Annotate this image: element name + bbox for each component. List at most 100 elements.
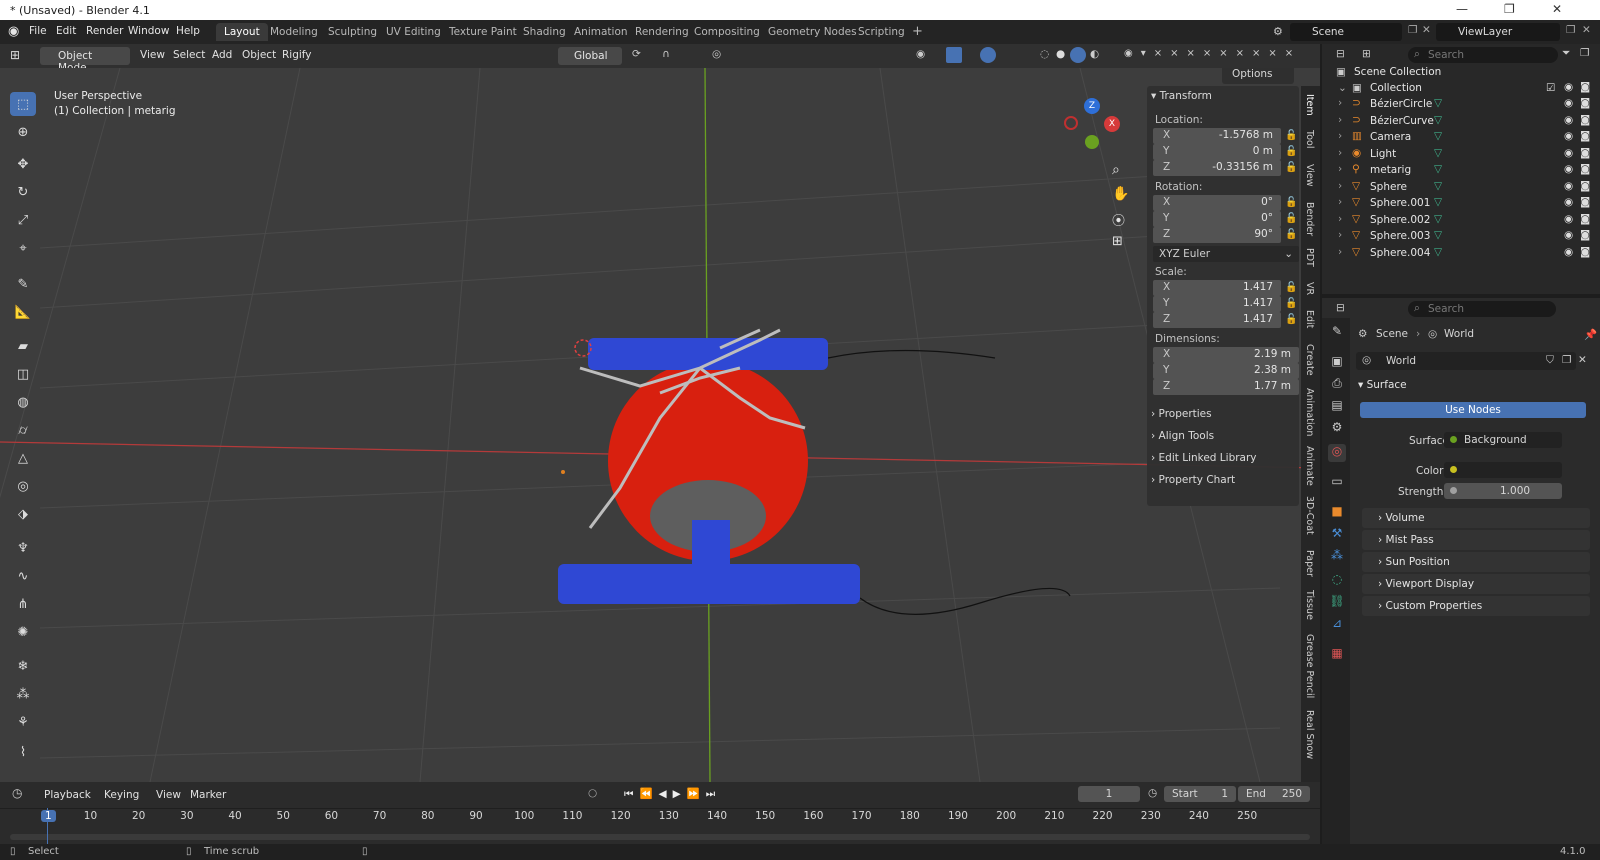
surface-shader-field[interactable]: Background: [1444, 432, 1562, 448]
world-datablock-field[interactable]: ◎ World: [1356, 352, 1576, 370]
object-data-icon[interactable]: ▽: [1434, 130, 1442, 142]
lock-icon[interactable]: 🔓: [1285, 197, 1297, 208]
gizmo-y-axis[interactable]: [1085, 135, 1099, 149]
new-world-icon[interactable]: ❐: [1562, 354, 1571, 366]
add-custom-tool-icon[interactable]: ⬗: [10, 502, 36, 526]
eye-icon[interactable]: ◉: [1564, 196, 1573, 208]
dimensions-x-field[interactable]: X 2.19 m: [1153, 347, 1299, 363]
menu-rigify[interactable]: Rigify: [282, 49, 312, 61]
use-nodes-button[interactable]: Use Nodes: [1360, 402, 1586, 418]
editor-type-icon[interactable]: ⊞: [10, 48, 20, 62]
properties-section[interactable]: › Properties: [1151, 408, 1212, 420]
scene-selector[interactable]: Scene: [1290, 23, 1402, 41]
tab-view[interactable]: View: [1304, 164, 1315, 187]
gizmo-x-axis[interactable]: X: [1104, 116, 1120, 132]
camera-render-icon[interactable]: ◙: [1580, 130, 1590, 142]
outliner-row[interactable]: › ▥ Camera ▽ ◉ ◙: [1322, 129, 1600, 145]
menu-keying[interactable]: Keying: [104, 789, 139, 801]
outliner-row[interactable]: › ⊃ BézierCurve ▽ ◉ ◙: [1322, 113, 1600, 129]
align-tools-section[interactable]: › Align Tools: [1151, 430, 1214, 442]
lock-icon[interactable]: 🔓: [1285, 213, 1297, 224]
tab-sculpting[interactable]: Sculpting: [320, 23, 385, 41]
transform-orientation-selector[interactable]: Global: [558, 47, 622, 65]
outliner-editor-icon[interactable]: ⊟: [1336, 48, 1345, 60]
snow-tool-icon[interactable]: ❄: [10, 654, 36, 678]
viewport-display-section[interactable]: › Viewport Display: [1362, 574, 1590, 594]
tab-vr[interactable]: VR: [1304, 282, 1315, 295]
collection-row[interactable]: ⌄ ▣ Collection ☑ ◉ ◙: [1322, 80, 1600, 96]
material-preview-shading-icon[interactable]: [1070, 47, 1086, 63]
tab-geometry-nodes[interactable]: Geometry Nodes: [760, 23, 865, 41]
tab-animate[interactable]: Animate: [1304, 446, 1315, 486]
annotate-tool-icon[interactable]: ✎: [10, 272, 36, 296]
properties-search-input[interactable]: ⌕ Search: [1408, 301, 1556, 317]
object-data-icon[interactable]: ▽: [1434, 180, 1442, 192]
breadcrumb-scene[interactable]: Scene: [1376, 328, 1408, 340]
measure-tool-icon[interactable]: 📐: [10, 300, 36, 324]
outliner-row[interactable]: › ▽ Sphere.001 ▽ ◉ ◙: [1322, 195, 1600, 211]
overlay-toggle-icon[interactable]: [980, 47, 996, 63]
tab-shading[interactable]: Shading: [515, 23, 574, 41]
menu-view-timeline[interactable]: View: [156, 789, 181, 801]
bone-tool-icon[interactable]: ♆: [10, 536, 36, 560]
pivot-point-icon[interactable]: ⟳: [632, 48, 641, 60]
view-layer-properties-icon[interactable]: ▤: [1328, 398, 1346, 416]
eye-icon[interactable]: ◉: [1564, 81, 1573, 93]
select-box-tool-icon[interactable]: ⬚: [10, 92, 36, 116]
paint-tool-icon[interactable]: ✺: [10, 620, 36, 644]
transform-tool-icon[interactable]: ⌖: [10, 236, 36, 260]
pan-hand-icon[interactable]: ✋: [1112, 186, 1129, 202]
end-frame-field[interactable]: End 250: [1238, 786, 1310, 802]
hair-tool-icon[interactable]: ⋔: [10, 592, 36, 616]
dimensions-y-field[interactable]: Y 2.38 m: [1153, 363, 1299, 379]
outliner-row[interactable]: › ▽ Sphere.004 ▽ ◉ ◙: [1322, 245, 1600, 261]
breadcrumb-world[interactable]: World: [1444, 328, 1474, 340]
scene-collection-row[interactable]: ▣ Scene Collection: [1322, 64, 1600, 80]
tab-compositing[interactable]: Compositing: [686, 23, 768, 41]
scale-tool-icon[interactable]: ⤢: [10, 208, 36, 232]
constraints-properties-icon[interactable]: ⛓: [1328, 594, 1346, 612]
object-data-icon[interactable]: ▽: [1434, 246, 1442, 258]
render-properties-icon[interactable]: ▣: [1328, 354, 1346, 372]
tab-real-snow[interactable]: Real Snow: [1304, 710, 1315, 759]
unlink-world-icon[interactable]: ✕: [1578, 354, 1587, 366]
start-frame-field[interactable]: Start 1: [1164, 786, 1236, 802]
outliner-search-input[interactable]: ⌕ Search: [1408, 47, 1558, 63]
pin-icon[interactable]: 📌: [1584, 328, 1597, 341]
tab-pdt[interactable]: PDT: [1304, 248, 1315, 267]
chevron-right-icon[interactable]: ›: [1338, 180, 1342, 192]
cursor-tool-icon[interactable]: ⊕: [10, 120, 36, 144]
tab-uv-editing[interactable]: UV Editing: [378, 23, 449, 41]
camera-render-icon[interactable]: ◙: [1580, 97, 1590, 109]
grass-tool-icon[interactable]: ⚘: [10, 710, 36, 734]
outliner-row[interactable]: › ▽ Sphere ▽ ◉ ◙: [1322, 179, 1600, 195]
object-data-icon[interactable]: ▽: [1434, 229, 1442, 241]
gizmo-toggle-icon[interactable]: [946, 47, 962, 63]
timeline-editor-icon[interactable]: ◷: [12, 786, 22, 800]
view-layer-selector[interactable]: ViewLayer: [1436, 23, 1560, 41]
camera-render-icon[interactable]: ◙: [1580, 114, 1590, 126]
tab-modeling[interactable]: Modeling: [262, 23, 326, 41]
object-properties-icon[interactable]: ■: [1328, 504, 1346, 522]
minimize-button[interactable]: —: [1456, 2, 1468, 16]
menu-playback[interactable]: Playback: [44, 789, 91, 801]
surface-section-header[interactable]: ▾ Surface: [1358, 379, 1407, 391]
outliner-row[interactable]: › ▽ Sphere.002 ▽ ◉ ◙: [1322, 212, 1600, 228]
add-torus-tool-icon[interactable]: ◎: [10, 474, 36, 498]
object-data-icon[interactable]: ▽: [1434, 147, 1442, 159]
3d-viewport[interactable]: User Perspective (1) Collection | metari…: [0, 68, 1320, 782]
tab-paper[interactable]: Paper: [1304, 550, 1315, 577]
new-view-layer-icon[interactable]: ❐: [1566, 24, 1575, 36]
volume-section[interactable]: › Volume: [1362, 508, 1590, 528]
fake-user-icon[interactable]: ⛉: [1546, 354, 1554, 367]
scale-z-field[interactable]: Z 1.417: [1153, 312, 1281, 328]
wireframe-shading-icon[interactable]: ◌: [1040, 48, 1049, 60]
ortho-grid-icon[interactable]: ⊞: [1112, 234, 1123, 249]
eye-icon[interactable]: ◉: [1564, 130, 1573, 142]
custom-properties-section[interactable]: › Custom Properties: [1362, 596, 1590, 616]
chevron-right-icon[interactable]: ›: [1338, 97, 1342, 109]
dimensions-z-field[interactable]: Z 1.77 m: [1153, 379, 1299, 395]
rotate-tool-icon[interactable]: ↻: [10, 180, 36, 204]
rotation-mode-select[interactable]: XYZ Euler ⌄: [1153, 246, 1299, 262]
menu-help[interactable]: Help: [176, 25, 200, 37]
